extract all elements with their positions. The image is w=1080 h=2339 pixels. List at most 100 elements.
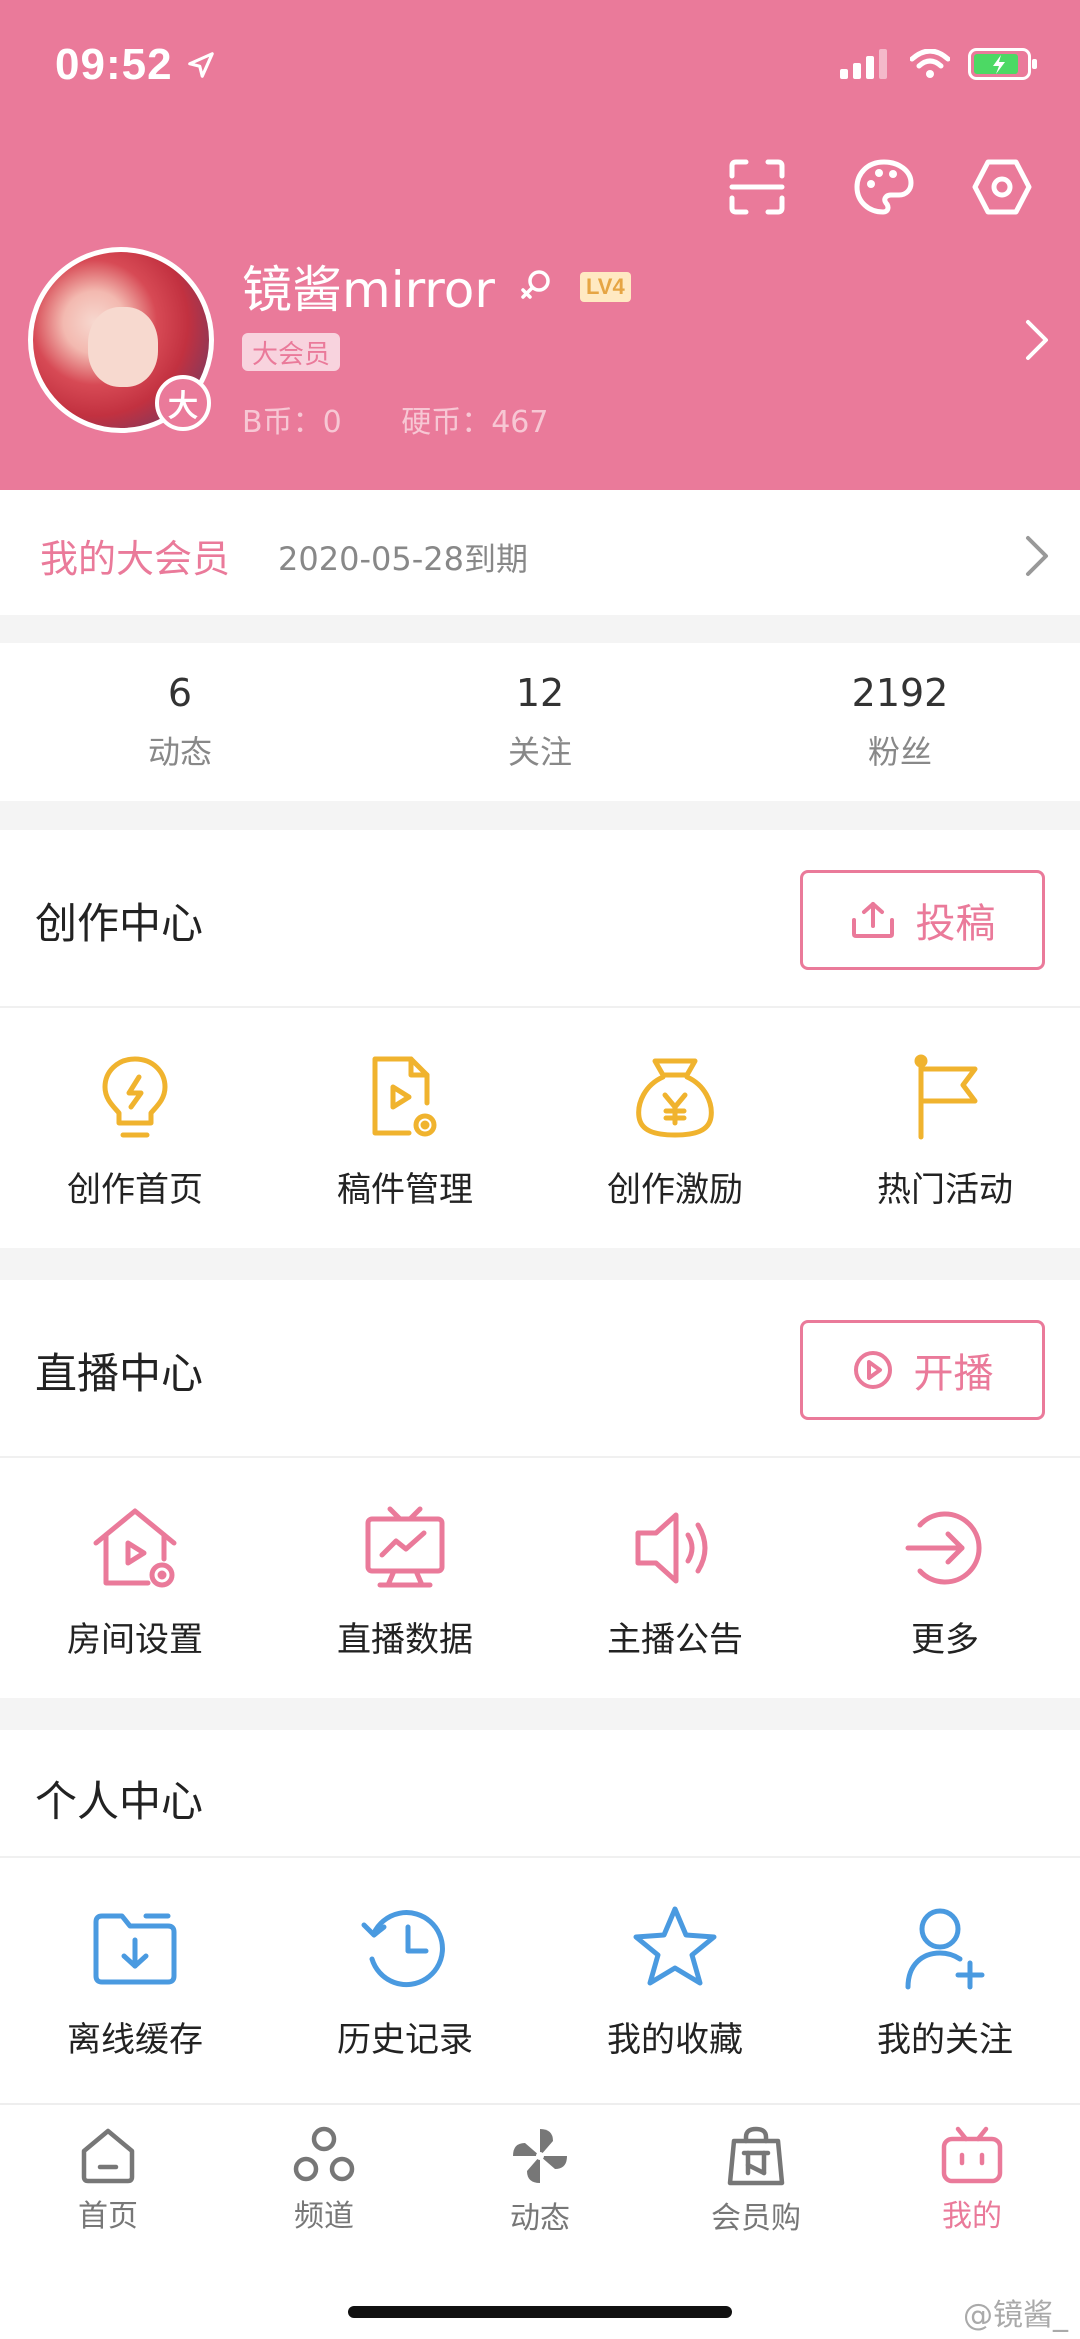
my-follows[interactable]: 我的关注 bbox=[810, 1858, 1080, 2103]
more[interactable]: 更多 bbox=[810, 1458, 1080, 1698]
tab-channel[interactable]: 频道 bbox=[216, 2125, 432, 2235]
creation-center: 创作中心 投稿 创作首页 稿件管理 创作激励 热门活动 bbox=[0, 830, 1080, 1248]
download-folder-icon bbox=[85, 1898, 185, 1998]
tab-mine[interactable]: 我的 bbox=[864, 2125, 1080, 2235]
home-icon bbox=[73, 2125, 143, 2185]
stat-dynamics[interactable]: 6 动态 bbox=[0, 643, 360, 801]
creation-grid: 创作首页 稿件管理 创作激励 热门活动 bbox=[0, 1008, 1080, 1248]
tab-dynamics[interactable]: 动态 bbox=[432, 2125, 648, 2236]
grid-label: 历史记录 bbox=[337, 2020, 473, 2060]
tab-label: 频道 bbox=[294, 2199, 354, 2234]
tab-label: 首页 bbox=[78, 2199, 138, 2234]
stat-value: 2192 bbox=[851, 671, 949, 715]
lightbulb-icon bbox=[85, 1048, 185, 1148]
personal-center: 个人中心 离线缓存 历史记录 我的收藏 我的关注 bbox=[0, 1730, 1080, 2103]
vip-row[interactable]: 我的大会员 2020-05-28到期 bbox=[0, 490, 1080, 615]
room-settings-icon bbox=[85, 1498, 185, 1598]
battery-icon bbox=[968, 48, 1037, 80]
money-bag-icon bbox=[625, 1048, 725, 1148]
shopping-bag-icon bbox=[721, 2125, 791, 2187]
start-live-label: 开播 bbox=[913, 1351, 994, 1397]
manuscript-management[interactable]: 稿件管理 bbox=[270, 1008, 540, 1248]
grid-label: 直播数据 bbox=[337, 1620, 473, 1660]
chevron-right-icon bbox=[1026, 536, 1048, 576]
tab-home[interactable]: 首页 bbox=[0, 2125, 216, 2235]
grid-label: 更多 bbox=[911, 1620, 979, 1660]
live-header: 直播中心 开播 bbox=[0, 1280, 1080, 1458]
tab-vip-shop[interactable]: 会员购 bbox=[648, 2125, 864, 2236]
room-settings[interactable]: 房间设置 bbox=[0, 1458, 270, 1698]
tab-label: 动态 bbox=[510, 2201, 570, 2236]
grid-label: 离线缓存 bbox=[67, 2020, 203, 2060]
home-indicator[interactable] bbox=[348, 2306, 732, 2318]
stat-label: 关注 bbox=[507, 733, 572, 771]
pinwheel-icon bbox=[505, 2125, 575, 2187]
grid-label: 房间设置 bbox=[67, 1620, 203, 1660]
live-center: 直播中心 开播 房间设置 直播数据 主播公告 更多 bbox=[0, 1280, 1080, 1698]
vip-expire-date: 2020-05-28到期 bbox=[278, 540, 528, 578]
creation-home[interactable]: 创作首页 bbox=[0, 1008, 270, 1248]
stat-fans[interactable]: 2192 粉丝 bbox=[720, 643, 1080, 801]
upload-button-label: 投稿 bbox=[915, 901, 996, 947]
personal-grid: 离线缓存 历史记录 我的收藏 我的关注 bbox=[0, 1858, 1080, 2103]
user-name[interactable]: 镜酱mirror bbox=[242, 250, 495, 322]
settings-icon[interactable] bbox=[970, 155, 1034, 219]
grid-label: 我的关注 bbox=[877, 2020, 1013, 2060]
grid-label: 创作激励 bbox=[607, 1170, 743, 1210]
live-data[interactable]: 直播数据 bbox=[270, 1458, 540, 1698]
stats-row: 6 动态 12 关注 2192 粉丝 bbox=[0, 643, 1080, 801]
status-time: 09:52 bbox=[55, 40, 173, 89]
upload-button[interactable]: 投稿 bbox=[800, 870, 1045, 970]
history-clock-icon bbox=[355, 1898, 455, 1998]
add-user-icon bbox=[895, 1898, 995, 1998]
anchor-announcement[interactable]: 主播公告 bbox=[540, 1458, 810, 1698]
vip-avatar-badge: 大 bbox=[155, 375, 211, 431]
channel-icon bbox=[289, 2125, 359, 2185]
section-title: 创作中心 bbox=[35, 899, 204, 948]
bilibili-tv-icon bbox=[937, 2125, 1007, 2185]
tv-chart-icon bbox=[355, 1498, 455, 1598]
speaker-icon bbox=[625, 1498, 725, 1598]
chevron-right-icon[interactable] bbox=[1022, 316, 1052, 364]
grid-label: 热门活动 bbox=[877, 1170, 1013, 1210]
bottom-tab-bar: 首页 频道 动态 会员购 我的 bbox=[0, 2103, 1080, 2339]
my-favorites[interactable]: 我的收藏 bbox=[540, 1858, 810, 2103]
scan-icon[interactable] bbox=[725, 155, 789, 219]
stat-label: 粉丝 bbox=[867, 733, 932, 771]
upload-icon bbox=[851, 902, 894, 938]
grid-label: 我的收藏 bbox=[607, 2020, 743, 2060]
star-icon bbox=[625, 1898, 725, 1998]
location-arrow-icon bbox=[188, 52, 214, 78]
tab-label: 会员购 bbox=[711, 2201, 801, 2236]
signal-icon bbox=[840, 49, 887, 79]
level-badge: LV4 bbox=[580, 272, 631, 302]
gender-icon bbox=[521, 270, 550, 299]
personal-header: 个人中心 bbox=[0, 1730, 1080, 1858]
grid-label: 主播公告 bbox=[607, 1620, 743, 1660]
hot-events[interactable]: 热门活动 bbox=[810, 1008, 1080, 1248]
watermark: @镜酱_ bbox=[963, 2298, 1068, 2333]
offline-cache[interactable]: 离线缓存 bbox=[0, 1858, 270, 2103]
palette-icon[interactable] bbox=[852, 155, 916, 219]
profile-header: 09:52 大 镜酱mirror LV4 大会员 B币：0 硬币：467 bbox=[0, 0, 1080, 490]
start-live-button[interactable]: 开播 bbox=[800, 1320, 1045, 1420]
stat-following[interactable]: 12 关注 bbox=[360, 643, 720, 801]
grid-label: 稿件管理 bbox=[337, 1170, 473, 1210]
vip-title: 我的大会员 bbox=[40, 537, 231, 581]
arrow-circle-icon bbox=[895, 1498, 995, 1598]
tab-label: 我的 bbox=[942, 2199, 1002, 2234]
section-title: 直播中心 bbox=[35, 1349, 204, 1398]
stat-value: 6 bbox=[167, 671, 193, 715]
play-circle-icon bbox=[853, 1351, 892, 1389]
stat-value: 12 bbox=[515, 671, 565, 715]
creation-incentive[interactable]: 创作激励 bbox=[540, 1008, 810, 1248]
document-video-icon bbox=[355, 1048, 455, 1148]
wifi-icon bbox=[910, 49, 950, 78]
status-icons bbox=[840, 48, 1038, 80]
b-coin: B币：0 bbox=[242, 405, 342, 440]
history[interactable]: 历史记录 bbox=[270, 1858, 540, 2103]
coin-info: B币：0 硬币：467 bbox=[242, 397, 598, 441]
stat-label: 动态 bbox=[147, 733, 212, 771]
creation-header: 创作中心 投稿 bbox=[0, 830, 1080, 1008]
tabs: 首页 频道 动态 会员购 我的 bbox=[0, 2105, 1080, 2236]
